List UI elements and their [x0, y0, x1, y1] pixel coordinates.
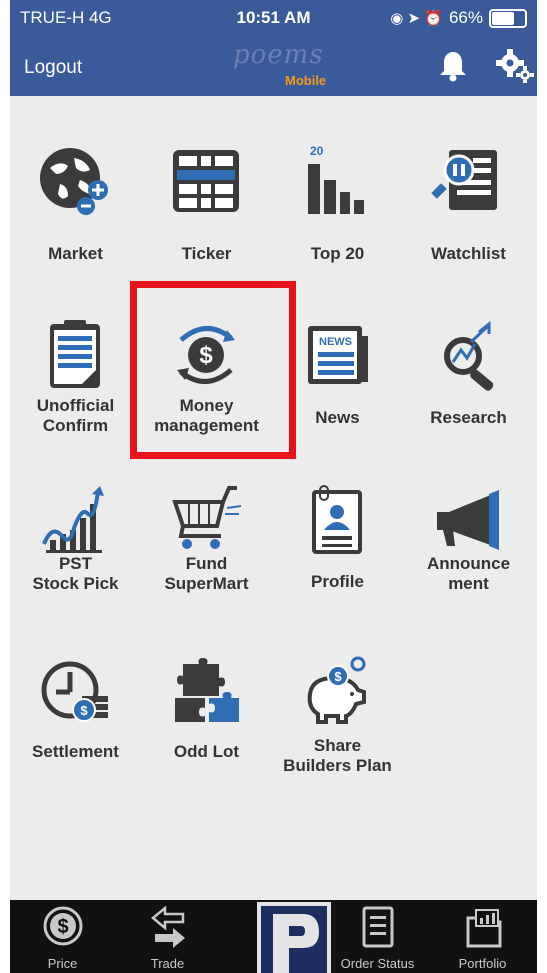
order-list-icon: [362, 906, 394, 948]
status-bar: TRUE-H 4G 10:51 AM ◉ ➤ ⏰ 66%: [10, 0, 537, 36]
svg-text:$: $: [80, 703, 88, 718]
battery-percent: 66%: [448, 8, 483, 27]
tile-label-line: Confirm: [42, 416, 109, 435]
tile-profile[interactable]: Profile: [272, 476, 403, 606]
tile-label-line: Fund: [185, 554, 228, 573]
megaphone-icon: [437, 490, 499, 550]
tile-label: Settlement: [32, 742, 119, 761]
news-badge: NEWS: [319, 336, 352, 348]
clock-coins-icon: $: [41, 661, 108, 722]
dollar-coin-icon: $: [43, 906, 83, 946]
tile-label: Research: [430, 408, 507, 427]
tile-fund-supermart[interactable]: Fund SuperMart: [141, 476, 272, 606]
watchlist-icon: [431, 150, 497, 210]
tile-label: Share Builders Plan: [272, 736, 403, 776]
tile-label-line: Share: [313, 736, 362, 755]
tile-label-line: Stock Pick: [32, 574, 119, 593]
clipboard-icon: [50, 320, 100, 388]
research-magnifier-icon: [444, 320, 494, 391]
tile-label-line: ment: [448, 574, 489, 593]
svg-text:$: $: [334, 669, 342, 684]
tile-research[interactable]: Research: [403, 306, 534, 436]
tab-price[interactable]: $ Price: [10, 900, 115, 973]
tile-label: Top 20: [310, 244, 365, 263]
tile-announcement[interactable]: Announce ment: [403, 476, 534, 606]
top20-badge: 20: [310, 144, 324, 158]
tile-label: Profile: [311, 572, 364, 591]
highlight-box: [130, 281, 296, 459]
svg-text:$: $: [57, 916, 68, 938]
tile-label: Announce ment: [403, 554, 534, 594]
newspaper-icon: [308, 326, 368, 384]
header-bar: Logout poems Mobile: [10, 36, 537, 96]
tile-label-line: PST: [58, 554, 93, 573]
status-right: ◉ ➤ ⏰ 66%: [390, 8, 527, 28]
trade-arrows-icon: [151, 906, 185, 948]
battery-icon: [489, 8, 527, 28]
tile-unofficial-confirm[interactable]: Unofficial Confirm: [10, 306, 141, 436]
tile-label: Odd Lot: [173, 742, 240, 761]
tile-label: Watchlist: [431, 244, 506, 263]
tile-settlement[interactable]: $ Settlement: [10, 646, 141, 776]
settings-icon[interactable]: [496, 49, 534, 83]
tab-label: Portfolio: [458, 956, 507, 971]
globe-icon: [40, 148, 108, 215]
tab-order-status[interactable]: Order Status: [325, 900, 430, 973]
tile-label-line: Unofficial: [36, 396, 115, 415]
profile-card-icon: [312, 485, 362, 554]
tile-label-line: Announce: [426, 554, 511, 573]
tile-ticker[interactable]: Ticker: [141, 136, 272, 266]
tile-label-line: Builders Plan: [283, 756, 392, 775]
tile-label: Unofficial Confirm: [10, 396, 141, 436]
tab-label: Order Status: [340, 956, 415, 971]
tab-trade[interactable]: Trade: [115, 900, 220, 973]
tile-top20[interactable]: 20 Top 20: [272, 136, 403, 266]
tab-label: Trade: [150, 956, 185, 971]
poems-logo: poems Mobile: [215, 40, 345, 92]
logo-sub: Mobile: [285, 73, 327, 88]
ticker-icon: [173, 150, 239, 212]
tile-label: Fund SuperMart: [141, 554, 272, 594]
puzzle-icon: [175, 658, 239, 722]
tile-share-builders[interactable]: $ Share Builders Plan: [272, 646, 403, 776]
tile-label: Market: [48, 244, 103, 263]
shopping-cart-icon: [172, 486, 242, 549]
status-icons: ◉ ➤ ⏰: [390, 10, 443, 27]
bell-icon[interactable]: [438, 50, 468, 82]
logout-button[interactable]: Logout: [24, 57, 82, 79]
tile-label-line: SuperMart: [164, 574, 249, 593]
tile-watchlist[interactable]: Watchlist: [403, 136, 534, 266]
tile-label: Ticker: [181, 244, 232, 263]
tile-odd-lot[interactable]: Odd Lot: [141, 646, 272, 776]
portfolio-folder-icon: [466, 909, 502, 948]
tile-label: PST Stock Pick: [10, 554, 141, 594]
logo-script: poems: [233, 40, 324, 70]
home-p-icon[interactable]: [257, 902, 331, 973]
stock-trend-icon: [42, 486, 104, 553]
tab-label: Price: [47, 956, 78, 971]
tab-portfolio[interactable]: Portfolio: [430, 900, 535, 973]
tile-market[interactable]: Market: [10, 136, 141, 266]
tile-pst-stock-pick[interactable]: PST Stock Pick: [10, 476, 141, 606]
app-frame: TRUE-H 4G 10:51 AM ◉ ➤ ⏰ 66% Logout poem…: [10, 0, 537, 973]
piggy-bank-icon: $: [307, 656, 366, 724]
